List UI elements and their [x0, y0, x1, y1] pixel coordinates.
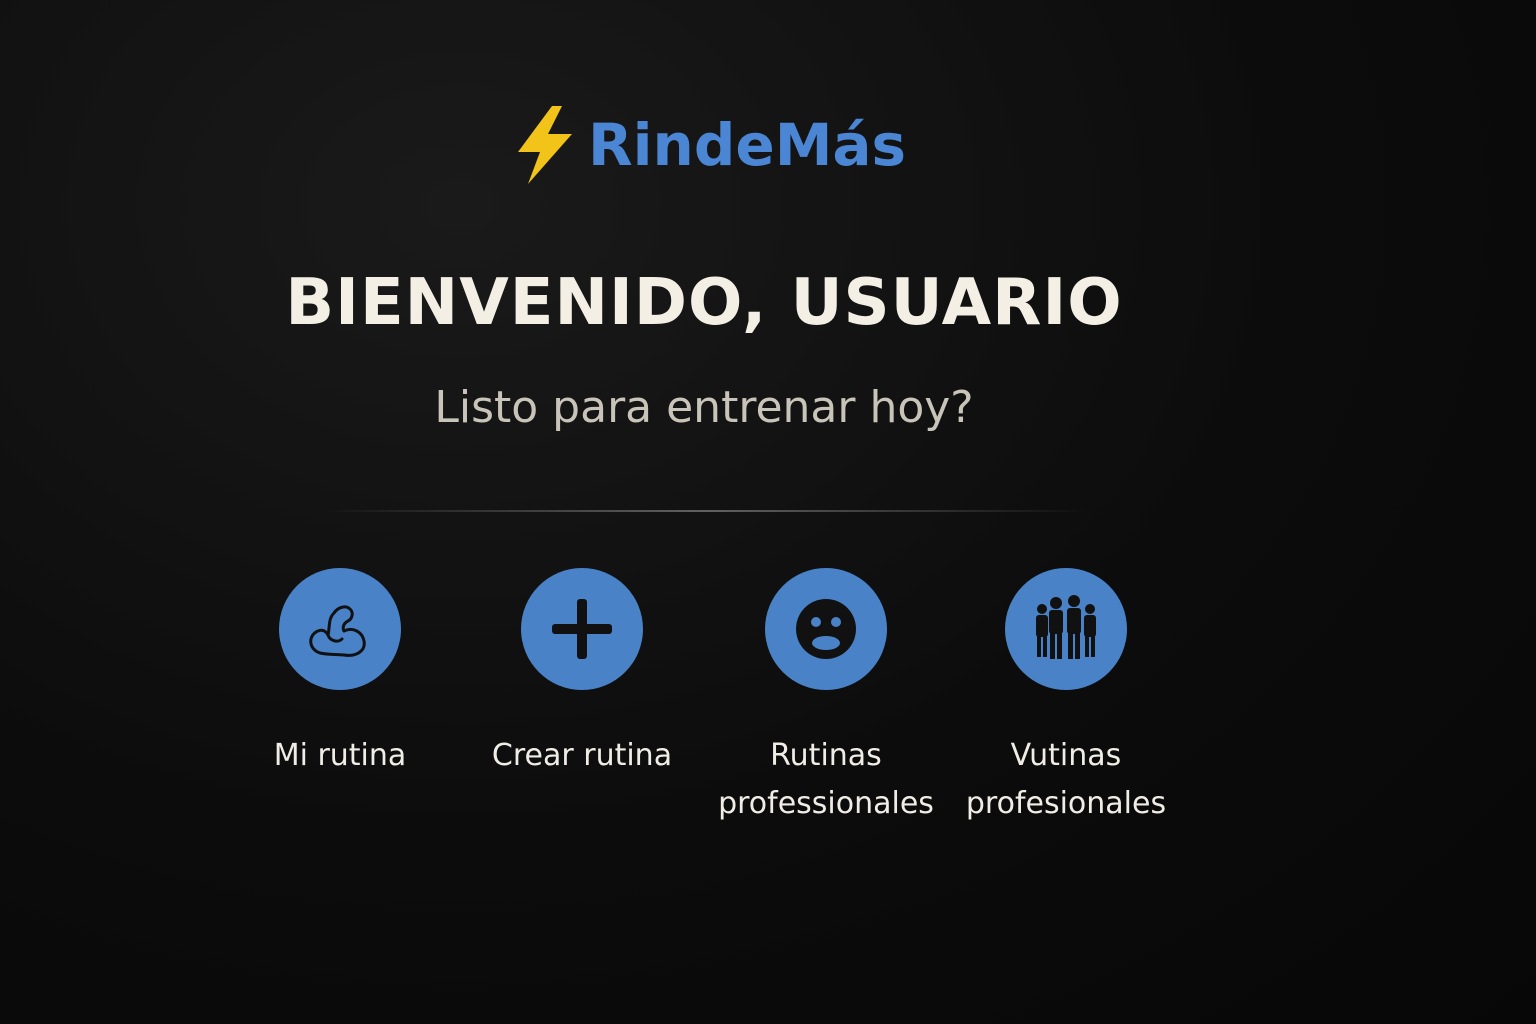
create-routine-circle[interactable] [521, 568, 643, 690]
app-logo: RindeMás [514, 100, 906, 190]
pro-routines-alt-button[interactable]: Vutinas profesionales [936, 568, 1196, 828]
face-icon [796, 599, 856, 659]
plus-icon [552, 599, 612, 659]
create-routine-label: Crear rutina [491, 738, 673, 773]
create-routine-button[interactable]: Crear rutina [452, 568, 712, 780]
pro-routines-circle[interactable] [765, 568, 887, 690]
pro-routines-button[interactable]: Rutinas professionales [696, 568, 956, 828]
my-routine-circle[interactable] [279, 568, 401, 690]
app-name: RindeMás [588, 111, 907, 179]
group-people-icon [1036, 595, 1096, 659]
welcome-subtitle: Listo para entrenar hoy? [434, 382, 974, 433]
my-routine-button[interactable]: Mi rutina [210, 568, 470, 780]
flexed-arm-icon [309, 605, 366, 657]
welcome-title: BIENVENIDO, USUARIO [285, 266, 1123, 340]
pro-routines-alt-circle[interactable] [1005, 568, 1127, 690]
divider [320, 510, 1090, 512]
lightning-bolt-icon [518, 106, 572, 184]
my-routine-label: Mi rutina [273, 738, 407, 773]
pro-routines-label: Rutinas professionales [718, 738, 934, 821]
pro-routines-alt-label: Vutinas profesionales [965, 738, 1167, 821]
